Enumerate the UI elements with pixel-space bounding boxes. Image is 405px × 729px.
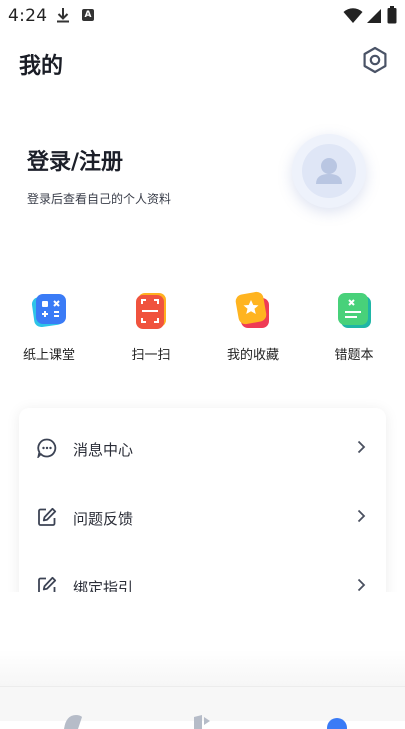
notification-a-icon: A xyxy=(82,9,94,21)
wifi-icon xyxy=(343,8,363,23)
nav-study-icon[interactable] xyxy=(188,709,218,729)
quick-action-label: 错题本 xyxy=(334,348,374,363)
login-register-link[interactable]: 登录/注册 xyxy=(27,144,123,176)
battery-icon xyxy=(387,6,397,24)
chevron-right-icon xyxy=(357,578,366,592)
page-title: 我的 xyxy=(19,54,64,79)
quick-action-label: 纸上课堂 xyxy=(22,348,75,363)
feedback-icon xyxy=(38,507,57,526)
chevron-right-icon xyxy=(357,509,366,523)
bottom-nav xyxy=(0,686,405,729)
nav-home-icon[interactable] xyxy=(60,709,90,729)
mistake-book-icon xyxy=(332,288,376,332)
nav-mine-icon[interactable] xyxy=(322,709,352,729)
scan-icon xyxy=(129,288,173,332)
quick-action-paper-classroom[interactable]: 纸上课堂 xyxy=(9,288,89,363)
paper-classroom-icon xyxy=(27,288,71,332)
menu-item-message-center[interactable]: 消息中心 xyxy=(19,424,386,474)
menu-item-label: 消息中心 xyxy=(73,441,134,459)
status-time: 4:24 xyxy=(8,6,48,26)
quick-action-label: 扫一扫 xyxy=(131,348,171,363)
favorites-icon xyxy=(231,288,275,332)
message-icon xyxy=(37,438,57,458)
quick-action-scan[interactable]: 扫一扫 xyxy=(111,288,191,363)
menu-item-feedback[interactable]: 问题反馈 xyxy=(19,493,386,543)
quick-action-label: 我的收藏 xyxy=(226,348,279,363)
settings-icon[interactable] xyxy=(360,45,390,75)
menu-item-label: 问题反馈 xyxy=(73,510,134,528)
download-icon xyxy=(57,8,69,23)
quick-action-favorites[interactable]: 我的收藏 xyxy=(213,288,293,363)
avatar[interactable] xyxy=(292,134,366,208)
status-bar: 4:24 A xyxy=(0,0,405,32)
avatar-placeholder xyxy=(302,144,356,198)
quick-action-mistake-book[interactable]: 错题本 xyxy=(314,288,394,363)
user-icon xyxy=(316,158,342,184)
chevron-right-icon xyxy=(357,440,366,454)
login-subtitle: 登录后查看自己的个人资料 xyxy=(27,192,172,206)
menu-card: 消息中心 问题反馈 绑定指引 xyxy=(19,408,386,608)
signal-icon xyxy=(367,9,381,23)
